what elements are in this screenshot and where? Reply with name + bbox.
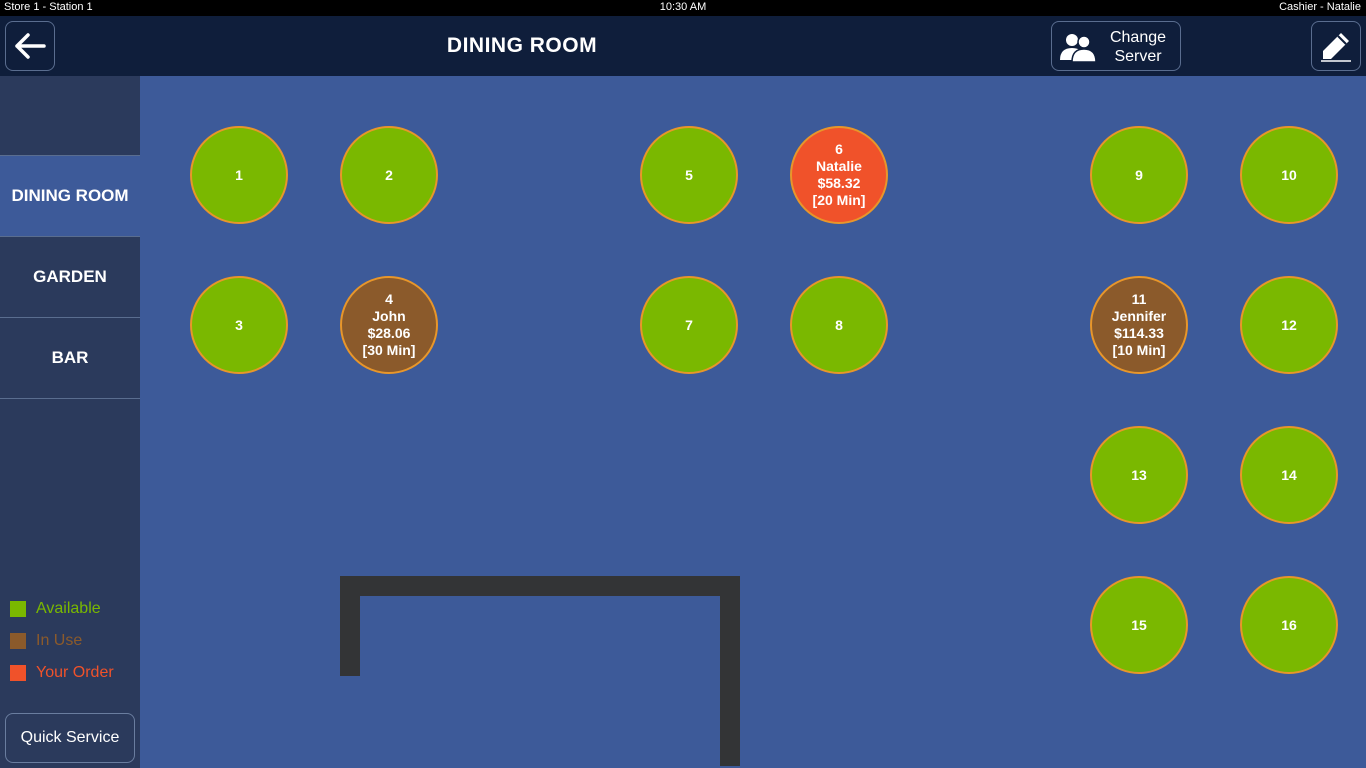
table-1[interactable]: 1 <box>190 126 288 224</box>
table-number: 3 <box>235 316 243 333</box>
bar-counter-wall <box>720 576 740 766</box>
status-bar: Store 1 - Station 1 10:30 AM Cashier - N… <box>0 0 1366 16</box>
sidebar-top-spacer <box>0 76 140 156</box>
table-number: 4 <box>385 291 393 307</box>
floor-plan: 1 2 3 4 John $28.06 [30 Min] 5 6 Natalie… <box>140 76 1366 768</box>
bar-counter-wall <box>340 576 740 596</box>
table-elapsed-time: [30 Min] <box>362 342 416 358</box>
table-number: 9 <box>1135 166 1143 183</box>
clock: 10:30 AM <box>659 1 707 13</box>
table-14[interactable]: 14 <box>1240 426 1338 524</box>
table-number: 11 <box>1131 291 1147 307</box>
table-number: 15 <box>1131 616 1147 633</box>
table-number: 14 <box>1281 466 1297 483</box>
table-number: 2 <box>385 166 393 183</box>
available-swatch <box>10 601 26 617</box>
table-15[interactable]: 15 <box>1090 576 1188 674</box>
sidebar-item-garden[interactable]: GARDEN <box>0 237 140 318</box>
table-16[interactable]: 16 <box>1240 576 1338 674</box>
table-amount: $28.06 <box>367 325 411 341</box>
table-3[interactable]: 3 <box>190 276 288 374</box>
table-server: Jennifer <box>1111 308 1167 324</box>
sidebar: DINING ROOM GARDEN BAR Available In Use … <box>0 76 140 768</box>
table-9[interactable]: 9 <box>1090 126 1188 224</box>
table-5[interactable]: 5 <box>640 126 738 224</box>
table-number: 8 <box>835 316 843 333</box>
table-number: 1 <box>235 166 243 183</box>
bar-counter-wall <box>340 576 360 676</box>
page-title: DINING ROOM <box>446 34 598 57</box>
table-amount: $114.33 <box>1114 325 1164 341</box>
your-order-swatch <box>10 665 26 681</box>
table-6[interactable]: 6 Natalie $58.32 [20 Min] <box>790 126 888 224</box>
legend-label: In Use <box>36 632 83 649</box>
pencil-icon <box>1321 33 1351 62</box>
sidebar-item-bar[interactable]: BAR <box>0 318 140 399</box>
change-server-label-line1: Change <box>1109 29 1167 46</box>
table-4[interactable]: 4 John $28.06 [30 Min] <box>340 276 438 374</box>
table-7[interactable]: 7 <box>640 276 738 374</box>
table-number: 13 <box>1131 466 1147 483</box>
change-server-button[interactable]: Change Server <box>1051 21 1181 71</box>
table-13[interactable]: 13 <box>1090 426 1188 524</box>
table-number: 6 <box>835 141 843 157</box>
table-number: 12 <box>1281 316 1297 333</box>
sidebar-item-dining-room[interactable]: DINING ROOM <box>0 156 140 237</box>
header: DINING ROOM Change Server <box>0 16 1366 76</box>
table-11[interactable]: 11 Jennifer $114.33 [10 Min] <box>1090 276 1188 374</box>
in-use-swatch <box>10 633 26 649</box>
edit-button[interactable] <box>1311 21 1361 71</box>
users-icon <box>1060 34 1097 62</box>
table-server: Natalie <box>816 158 862 174</box>
table-number: 5 <box>685 166 693 183</box>
legend-label: Available <box>36 600 101 617</box>
table-number: 16 <box>1281 616 1297 633</box>
table-elapsed-time: [10 Min] <box>1112 342 1166 358</box>
change-server-label-line2: Server <box>1114 48 1162 65</box>
table-8[interactable]: 8 <box>790 276 888 374</box>
table-elapsed-time: [20 Min] <box>812 192 866 208</box>
legend-label: Your Order <box>36 664 114 681</box>
table-number: 10 <box>1281 166 1297 183</box>
table-server: John <box>372 308 406 324</box>
table-12[interactable]: 12 <box>1240 276 1338 374</box>
quick-service-button[interactable]: Quick Service <box>5 713 135 763</box>
table-2[interactable]: 2 <box>340 126 438 224</box>
user-label: Cashier - Natalie <box>1279 1 1361 13</box>
table-number: 7 <box>685 316 693 333</box>
table-amount: $58.32 <box>817 175 861 191</box>
table-10[interactable]: 10 <box>1240 126 1338 224</box>
